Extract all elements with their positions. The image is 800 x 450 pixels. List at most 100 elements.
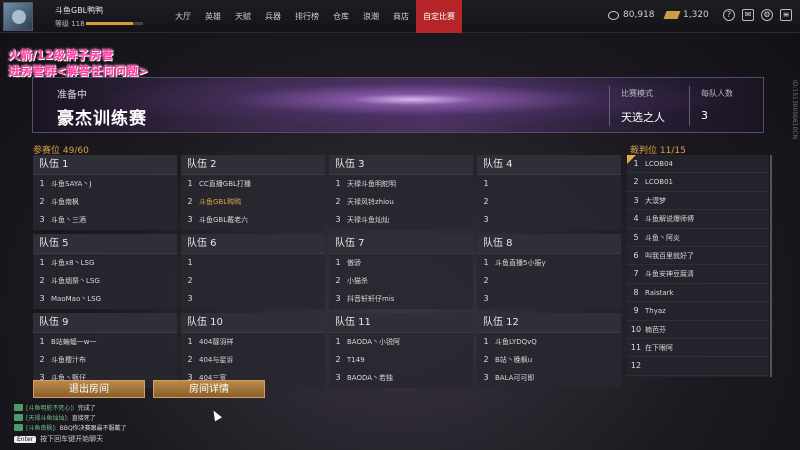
slot-number: 3 xyxy=(483,373,489,382)
team-slot[interactable]: 1 xyxy=(477,175,621,193)
slot-number: 1 xyxy=(187,337,193,346)
slot-number: 1 xyxy=(187,258,193,267)
team-name: 队伍 7 xyxy=(329,234,473,254)
team-name: 队伍 3 xyxy=(329,155,473,175)
nav-item[interactable]: 英雄 xyxy=(198,0,228,33)
help-icon[interactable]: ? xyxy=(723,9,735,21)
slot-number: 1 xyxy=(483,258,489,267)
player-name: 斗鱼樱汁布 xyxy=(51,356,86,364)
team-slot[interactable]: 2 天禄风铃zhiou xyxy=(329,193,473,211)
nav-item[interactable]: 兵器 xyxy=(258,0,288,33)
top-icons: ? ✉ ⚙ ≡ xyxy=(723,9,792,21)
chat-channel-icon xyxy=(14,403,23,411)
team-slot[interactable]: 2 斗鱼樱汁布 xyxy=(33,351,177,369)
team-slot[interactable]: 1 斗鱼x8丶LSG xyxy=(33,254,177,272)
team-slot[interactable]: 1 xyxy=(181,254,325,272)
player-name: 抖音轩轩仔mis xyxy=(347,295,395,303)
referee-slot[interactable]: 6 叫我百里就好了 xyxy=(627,247,769,266)
player-name: 斗鱼LYDQvQ xyxy=(495,338,537,346)
team-name: 队伍 11 xyxy=(329,313,473,333)
slot-number: 2 xyxy=(39,197,45,206)
referee-scrollbar[interactable] xyxy=(770,155,772,377)
player-name: BAODA丶小锐阿 xyxy=(347,338,401,346)
team-slot[interactable]: 2 B站丶晚枫u xyxy=(477,351,621,369)
team-slot[interactable]: 2 T149 xyxy=(329,351,473,369)
team-card: 队伍 7 1 傲骄 2 小猫杀 3 抖音轩轩仔mis xyxy=(329,234,473,309)
team-slot[interactable]: 3 天禄斗鱼灿灿 xyxy=(329,211,473,229)
player-name: 傲骄 xyxy=(347,259,361,267)
team-slot[interactable]: 1 B站蝙蝠一w一 xyxy=(33,333,177,351)
nav-item[interactable]: 排行榜 xyxy=(288,0,326,33)
slot-number: 2 xyxy=(39,276,45,285)
nav-item[interactable]: 商店 xyxy=(386,0,416,33)
chat-input-hint[interactable]: Enter 按下回车键开始聊天 xyxy=(14,434,103,444)
team-slot[interactable]: 2 小猫杀 xyxy=(329,272,473,290)
team-slot[interactable]: 3 xyxy=(477,290,621,308)
coin-balance: 80,918 xyxy=(608,10,655,20)
banner-divider xyxy=(609,86,610,126)
nav-item[interactable]: 自定比赛 xyxy=(416,0,462,33)
player-name: 天禄斗鱼灿灿 xyxy=(347,216,389,224)
team-card: 队伍 4 1 2 3 xyxy=(477,155,621,230)
referee-slot[interactable]: 7 斗鱼安神豆腐清 xyxy=(627,265,769,284)
team-slot[interactable]: 2 404与星诉 xyxy=(181,351,325,369)
team-slot[interactable]: 2 xyxy=(477,193,621,211)
team-slot[interactable]: 2 xyxy=(181,272,325,290)
avatar[interactable] xyxy=(3,2,33,31)
referee-slot[interactable]: 12 xyxy=(627,357,769,376)
team-slot[interactable]: 3 BAODA丶若独 xyxy=(329,369,473,387)
settings-icon[interactable]: ⚙ xyxy=(761,9,773,21)
level-label: 等级 118 xyxy=(55,20,85,28)
referee-slot[interactable]: 9 Thyaz xyxy=(627,302,769,321)
team-slot[interactable]: 3 xyxy=(477,211,621,229)
menu-icon[interactable]: ≡ xyxy=(780,9,792,21)
team-slot[interactable]: 3 MaoMao丶LSG xyxy=(33,290,177,308)
player-name: CC直播GBL打播 xyxy=(199,180,251,188)
referee-slot[interactable]: 2 LCOB01 xyxy=(627,173,769,192)
team-slot[interactable]: 2 xyxy=(477,272,621,290)
xp-bar-fill xyxy=(86,22,133,25)
team-slot[interactable]: 2 斗鱼GBL鸭鸭 xyxy=(181,193,325,211)
chat-message: [斗鱼明舵不死心]: 完成了 xyxy=(14,402,127,412)
leave-room-button[interactable]: 退出房间 xyxy=(33,380,145,398)
nav-item[interactable]: 仓库 xyxy=(326,0,356,33)
referee-slot[interactable]: 1 LCOB04 xyxy=(627,155,769,174)
nav-item[interactable]: 大厅 xyxy=(168,0,198,33)
referee-slot[interactable]: 3 大漠梦 xyxy=(627,192,769,211)
team-slot[interactable]: 3 BALA可可即 xyxy=(477,369,621,387)
player-name: 斗鱼SAYA丶J xyxy=(51,180,92,188)
team-slot[interactable]: 1 傲骄 xyxy=(329,254,473,272)
mail-icon[interactable]: ✉ xyxy=(742,9,754,21)
referee-slot[interactable]: 11 在下眼阿 xyxy=(627,339,769,358)
slot-number: 1 xyxy=(39,179,45,188)
team-slot[interactable]: 1 天禄斗鱼明舵明 xyxy=(329,175,473,193)
referee-name: 斗鱼丶阿炎 xyxy=(645,233,680,242)
nav-item[interactable]: 浪潮 xyxy=(356,0,386,33)
referee-slot[interactable]: 8 Raistark xyxy=(627,284,769,303)
referee-slot[interactable]: 5 斗鱼丶阿炎 xyxy=(627,229,769,247)
player-name: 404靓羽祥 xyxy=(199,338,234,346)
team-slot[interactable]: 2 斗鱼烟祭丶LSG xyxy=(33,272,177,290)
player-name: 斗鱼x8丶LSG xyxy=(51,259,95,267)
room-details-button[interactable]: 房间详情 xyxy=(153,380,265,398)
team-slot[interactable]: 1 斗鱼直播5小振y xyxy=(477,254,621,272)
team-slot[interactable]: 1 CC直播GBL打播 xyxy=(181,175,325,193)
username: 斗鱼GBL鸭鸭 xyxy=(55,6,104,15)
team-slot[interactable]: 1 斗鱼SAYA丶J xyxy=(33,175,177,193)
team-slot[interactable]: 3 抖音轩轩仔mis xyxy=(329,290,473,308)
referee-slot[interactable]: 4 斗鱼解说爆师傅 xyxy=(627,210,769,229)
stream-overlay-text: 火箭/12级牌子房管 进房管群<解答任何问题> xyxy=(8,47,148,79)
team-slot[interactable]: 3 斗鱼GBL戴老六 xyxy=(181,211,325,229)
team-slot[interactable]: 1 BAODA丶小锐阿 xyxy=(329,333,473,351)
team-slot[interactable]: 1 斗鱼LYDQvQ xyxy=(477,333,621,351)
referee-slot[interactable]: 10 楠芭芬 xyxy=(627,321,769,339)
team-slot[interactable]: 3 斗鱼丶三酒 xyxy=(33,211,177,229)
nav-item[interactable]: 天赋 xyxy=(228,0,258,33)
team-slot[interactable]: 1 404靓羽祥 xyxy=(181,333,325,351)
team-slot[interactable]: 2 斗鱼南枫 xyxy=(33,193,177,211)
referee-slot[interactable]: 13 xyxy=(627,376,769,377)
slot-number: 2 xyxy=(335,355,341,364)
team-slot[interactable]: 3 xyxy=(181,290,325,308)
player-name: 斗鱼丶三酒 xyxy=(51,216,86,224)
referee-name: 楠芭芬 xyxy=(645,325,666,334)
